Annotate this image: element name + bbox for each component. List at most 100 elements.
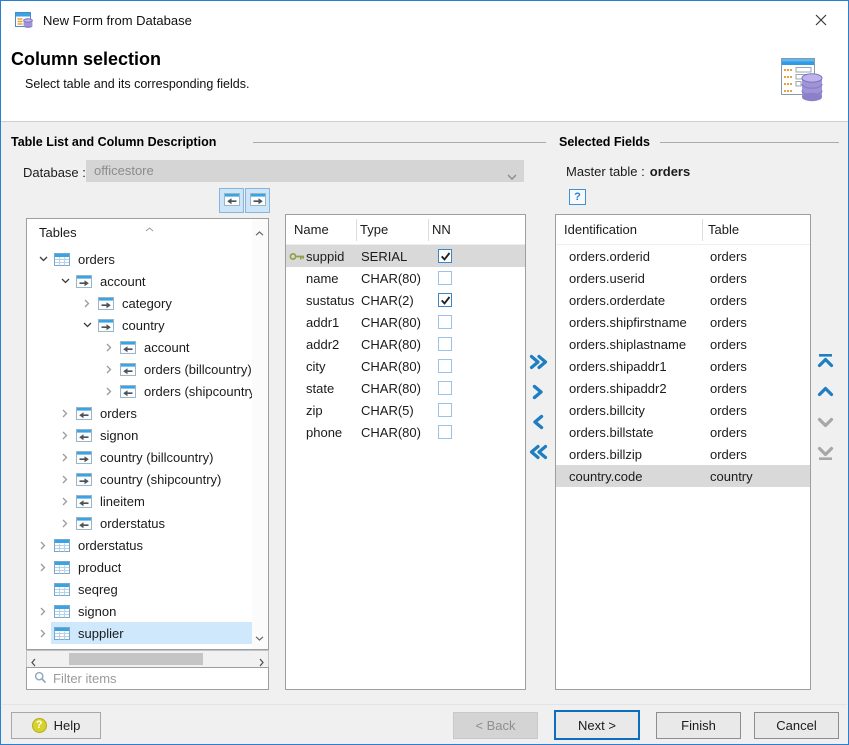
- finish-button[interactable]: Finish: [656, 712, 741, 739]
- tree-item[interactable]: account: [73, 270, 252, 292]
- nn-checkbox[interactable]: [438, 271, 452, 285]
- column-header-type[interactable]: Type: [360, 222, 388, 237]
- selected-field-row[interactable]: orders.billcityorders: [556, 399, 810, 421]
- tree-row[interactable]: supplier: [27, 622, 252, 644]
- column-row[interactable]: cityCHAR(80): [286, 355, 525, 377]
- column-row[interactable]: sustatusCHAR(2): [286, 289, 525, 311]
- show-referencing-tables-button[interactable]: [219, 188, 244, 213]
- column-row[interactable]: stateCHAR(80): [286, 377, 525, 399]
- tree-item[interactable]: orderstatus: [73, 512, 252, 534]
- tree-expander-icon[interactable]: [79, 299, 95, 308]
- tree-row[interactable]: orderstatus: [27, 512, 252, 534]
- tree-row[interactable]: lineitem: [27, 490, 252, 512]
- tree-item[interactable]: orders: [73, 402, 252, 424]
- tree-row[interactable]: category: [27, 292, 252, 314]
- tree-expander-icon[interactable]: [35, 541, 51, 550]
- back-button[interactable]: < Back: [453, 712, 538, 739]
- tree-expander-icon[interactable]: [57, 431, 73, 440]
- tree-expander-icon[interactable]: [79, 322, 95, 328]
- tree-expander-icon[interactable]: [57, 497, 73, 506]
- tree-row[interactable]: product: [27, 556, 252, 578]
- column-row[interactable]: phoneCHAR(80): [286, 421, 525, 443]
- tree-item[interactable]: orders: [51, 248, 252, 270]
- selected-field-row[interactable]: orders.orderdateorders: [556, 289, 810, 311]
- column-row[interactable]: zipCHAR(5): [286, 399, 525, 421]
- show-referenced-tables-button[interactable]: [245, 188, 270, 213]
- filter-input[interactable]: [53, 671, 268, 686]
- nn-checkbox[interactable]: [438, 293, 452, 307]
- scroll-up-icon[interactable]: [255, 224, 264, 239]
- tree-expander-icon[interactable]: [101, 365, 117, 374]
- tree-item[interactable]: orders (billcountry): [117, 358, 252, 380]
- nn-checkbox[interactable]: [438, 425, 452, 439]
- move-all-left-button[interactable]: [529, 441, 548, 463]
- column-header-nn[interactable]: NN: [432, 222, 451, 237]
- tree-row[interactable]: seqreg: [27, 578, 252, 600]
- tree-row[interactable]: signon: [27, 424, 252, 446]
- column-row[interactable]: addr2CHAR(80): [286, 333, 525, 355]
- tree-item[interactable]: product: [51, 556, 252, 578]
- filter-field[interactable]: [26, 667, 269, 690]
- context-help-button[interactable]: ?: [569, 189, 586, 205]
- move-up-button[interactable]: [817, 381, 834, 402]
- nn-checkbox[interactable]: [438, 315, 452, 329]
- database-select[interactable]: officestore: [86, 160, 524, 182]
- column-row[interactable]: suppidSERIAL: [286, 245, 525, 267]
- tree-item[interactable]: category: [95, 292, 252, 314]
- scroll-down-icon[interactable]: [255, 629, 264, 644]
- selected-field-row[interactable]: orders.shipaddr1orders: [556, 355, 810, 377]
- tree-expander-icon[interactable]: [35, 607, 51, 616]
- selected-field-row[interactable]: orders.billziporders: [556, 443, 810, 465]
- tree-row[interactable]: orders: [27, 248, 252, 270]
- nn-checkbox[interactable]: [438, 381, 452, 395]
- tables-column-header[interactable]: Tables: [27, 219, 252, 247]
- tree-item[interactable]: country (shipcountry): [73, 468, 252, 490]
- tree-row[interactable]: orders (shipcountry): [27, 380, 252, 402]
- tree-expander-icon[interactable]: [35, 563, 51, 572]
- nn-checkbox[interactable]: [438, 249, 452, 263]
- tree-expander-icon[interactable]: [57, 278, 73, 284]
- column-header-identification[interactable]: Identification: [564, 222, 637, 237]
- move-top-button[interactable]: [817, 350, 834, 371]
- tree-item[interactable]: orders (shipcountry): [117, 380, 252, 402]
- tree-row[interactable]: country (shipcountry): [27, 468, 252, 490]
- tree-expander-icon[interactable]: [101, 387, 117, 396]
- tree-row[interactable]: account: [27, 270, 252, 292]
- help-button[interactable]: ? Help: [11, 712, 101, 739]
- column-header-table[interactable]: Table: [708, 222, 739, 237]
- tree-expander-icon[interactable]: [35, 629, 51, 638]
- move-left-button[interactable]: [532, 411, 544, 433]
- tree-expander-icon[interactable]: [35, 256, 51, 262]
- column-header-name[interactable]: Name: [294, 222, 329, 237]
- selected-field-row[interactable]: orders.orderidorders: [556, 245, 810, 267]
- tree-item[interactable]: seqreg: [51, 578, 252, 600]
- selected-field-row[interactable]: orders.billstateorders: [556, 421, 810, 443]
- nn-checkbox[interactable]: [438, 403, 452, 417]
- nn-checkbox[interactable]: [438, 359, 452, 373]
- selected-field-row[interactable]: orders.shipaddr2orders: [556, 377, 810, 399]
- tree-expander-icon[interactable]: [57, 409, 73, 418]
- tree-expander-icon[interactable]: [101, 343, 117, 352]
- move-all-right-button[interactable]: [529, 351, 548, 373]
- move-down-button[interactable]: [817, 412, 834, 433]
- tree-item[interactable]: supplier: [51, 622, 252, 644]
- tree-row[interactable]: signon: [27, 600, 252, 622]
- selected-field-row[interactable]: orders.shiplastnameorders: [556, 333, 810, 355]
- selected-field-row[interactable]: orders.shipfirstnameorders: [556, 311, 810, 333]
- tree-item[interactable]: orderstatus: [51, 534, 252, 556]
- move-right-button[interactable]: [532, 381, 544, 403]
- close-button[interactable]: [806, 8, 836, 34]
- tree-row[interactable]: orders: [27, 402, 252, 424]
- nn-checkbox[interactable]: [438, 337, 452, 351]
- cancel-button[interactable]: Cancel: [754, 712, 839, 739]
- tree-expander-icon[interactable]: [57, 453, 73, 462]
- next-button[interactable]: Next >: [554, 710, 640, 740]
- tree-item[interactable]: signon: [51, 600, 252, 622]
- scrollbar-thumb[interactable]: [69, 653, 203, 665]
- tree-vertical-scrollbar[interactable]: [252, 219, 268, 649]
- tree-item[interactable]: country (billcountry): [73, 446, 252, 468]
- tree-row[interactable]: country (billcountry): [27, 446, 252, 468]
- selected-field-row[interactable]: orders.useridorders: [556, 267, 810, 289]
- tree-row[interactable]: orderstatus: [27, 534, 252, 556]
- move-bottom-button[interactable]: [817, 443, 834, 464]
